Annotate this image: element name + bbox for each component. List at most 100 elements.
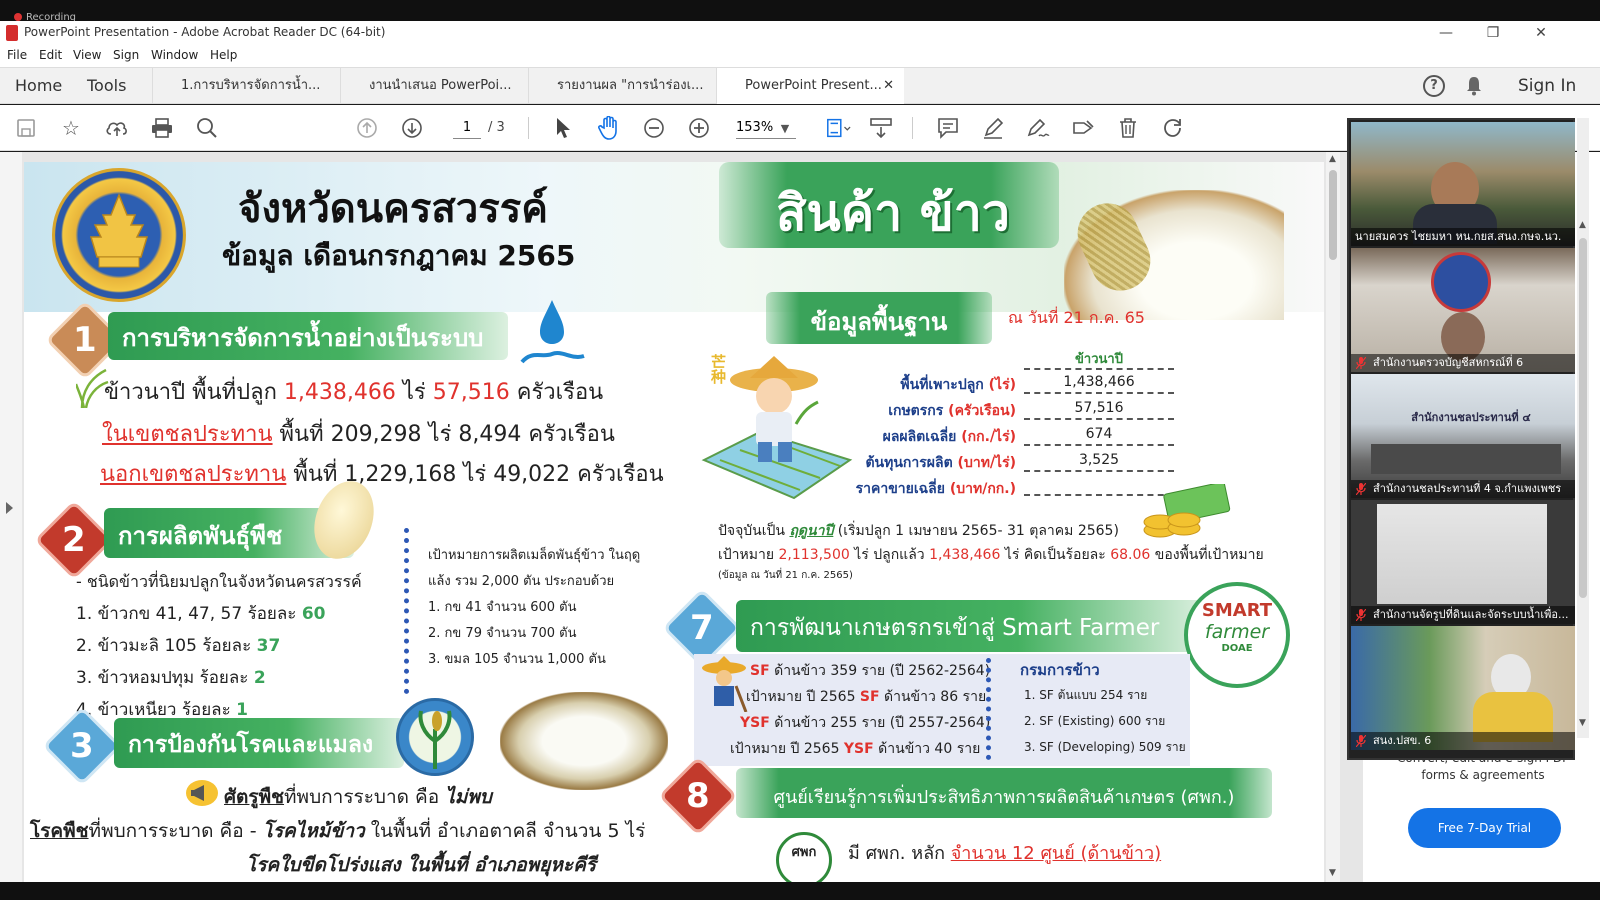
scroll-down-icon[interactable]: ▼: [1329, 868, 1336, 878]
comment-icon[interactable]: [935, 115, 961, 141]
sign-in-button[interactable]: Sign In: [1518, 76, 1576, 96]
star-icon[interactable]: ☆: [58, 115, 84, 141]
disease-label: โรคพืช: [30, 820, 89, 842]
zoom-out-icon[interactable]: [641, 115, 667, 141]
menu-file[interactable]: File: [7, 48, 27, 62]
pest-label: ศัตรูพืช: [224, 786, 285, 808]
dotted-divider: [986, 658, 992, 760]
print-icon[interactable]: [149, 115, 175, 141]
window-title: PowerPoint Presentation - Adobe Acrobat …: [24, 25, 386, 39]
left-panel-toggle[interactable]: [0, 152, 22, 882]
scrollbar-thumb[interactable]: [1579, 238, 1587, 598]
center-count-value: จำนวน 12 ศูนย์ (ด้านข้าว): [950, 843, 1162, 864]
scroll-up-icon[interactable]: ▲: [1329, 154, 1336, 164]
menu-sign[interactable]: Sign: [113, 48, 139, 62]
rotate-icon[interactable]: [1160, 115, 1186, 141]
prev-page-icon[interactable]: [354, 115, 380, 141]
page-number-input[interactable]: [453, 117, 481, 139]
seed-target-line-1: เป้าหมายการผลิตเมล็ดพันธุ์ข้าว ในฤดู: [428, 548, 641, 563]
table-cell: 674: [1024, 426, 1174, 446]
video-tile[interactable]: สำนักงานชลประทานที่ ๔ สำนักงานชลประทานที…: [1351, 374, 1575, 498]
row-label: ราคาขายเฉลี่ย: [855, 481, 950, 497]
list-item: 3. SF (Developing) 509 ราย: [1024, 740, 1186, 754]
non-irrigated-label: นอกเขตชลประทาน: [100, 462, 287, 487]
sign-icon[interactable]: [1025, 115, 1051, 141]
scroll-down-icon[interactable]: ▼: [1579, 718, 1586, 728]
doc-tab-active[interactable]: PowerPoint Present... ✕: [716, 68, 904, 104]
ysf-target-text: ด้านข้าว 40 ราย: [873, 741, 981, 757]
doc-tab-3[interactable]: รายงานผล "การนำร่องเ...: [528, 68, 716, 104]
badge-line-1: SMART: [1201, 600, 1273, 621]
search-icon[interactable]: [194, 115, 220, 141]
close-tab-icon[interactable]: ✕: [883, 68, 894, 104]
row-unit: (กก./ไร่): [961, 429, 1016, 445]
table-cell: 57,516: [1024, 400, 1174, 420]
menu-edit[interactable]: Edit: [39, 48, 62, 62]
video-tile[interactable]: สำนักงานตรวจบัญชีสหกรณ์ที่ 6: [1351, 248, 1575, 372]
help-icon[interactable]: ?: [1423, 75, 1445, 97]
non-irrigated-line: นอกเขตชลประทาน พื้นที่ 1,229,168 ไร่ 49,…: [100, 456, 664, 491]
video-panel-scrollbar[interactable]: ▲ ▼: [1577, 118, 1589, 738]
next-page-icon[interactable]: [399, 115, 425, 141]
section-8-badge: 8: [658, 756, 738, 836]
nav-home[interactable]: Home: [15, 76, 62, 95]
rice-dept-title: กรมการข้าว: [1020, 661, 1100, 679]
zoom-in-icon[interactable]: [686, 115, 712, 141]
doc-tab-1[interactable]: 1.การบริหารจัดการน้ำ...: [152, 68, 340, 104]
video-call-panel: นายสมควร ไชยมหา หน.กยส.สนง.กษจ.นว. สำนัก…: [1347, 118, 1575, 760]
money-icon: [1136, 481, 1232, 540]
document-viewport[interactable]: จังหวัดนครสวรรค์ ข้อมูล เดือนกรกฎาคม 256…: [0, 152, 1363, 882]
rice-type-pct: 37: [256, 636, 281, 656]
nav-tools[interactable]: Tools: [87, 76, 126, 95]
save-icon[interactable]: [13, 115, 39, 141]
row-label: เกษตรกร: [888, 403, 949, 419]
ysf-tag: YSF: [843, 741, 874, 757]
row-label: พื้นที่เพาะปลูก: [900, 377, 989, 393]
seed-target-line-2: แล้ง รวม 2,000 ตัน ประกอบด้วย: [428, 574, 615, 589]
cursor-icon[interactable]: [550, 115, 576, 141]
fit-page-icon[interactable]: [825, 115, 851, 141]
ysf-text: ด้านข้าว 255 ราย (ปี 2557-2564): [769, 715, 991, 731]
minimize-button[interactable]: —: [1426, 23, 1466, 43]
target-pct-label: ไร่ คิดเป็นร้อยละ: [1000, 547, 1111, 563]
scrollbar-thumb[interactable]: [1329, 170, 1337, 260]
video-tile[interactable]: สนง.ปสข. 6: [1351, 626, 1575, 750]
section-1-title: การบริหารจัดการน้ำอย่างเป็นระบบ: [108, 312, 508, 360]
rice-household-value: 57,516: [432, 380, 510, 405]
sf-tag: SF: [750, 663, 770, 679]
irrigated-label: ในเขตชลประทาน: [102, 422, 273, 447]
doc-tab-active-label: PowerPoint Present...: [745, 78, 882, 93]
scroll-up-icon[interactable]: ▲: [1579, 220, 1586, 230]
chevron-down-icon[interactable]: ▼: [772, 115, 798, 141]
basic-column-header: ข้าวนาปี: [1075, 352, 1123, 367]
restore-button[interactable]: ❐: [1473, 23, 1513, 43]
menu-view[interactable]: View: [73, 48, 101, 62]
video-tile[interactable]: สำนักงานจัดรูปที่ดินและจัดระบบน้ำเพื่อ..…: [1351, 500, 1575, 624]
sf-line-1: SF ด้านข้าว 359 ราย (ปี 2562-2564): [750, 660, 990, 682]
bell-icon[interactable]: [1466, 76, 1482, 96]
trash-icon[interactable]: [1115, 115, 1141, 141]
scroll-mode-icon[interactable]: [868, 115, 894, 141]
hand-icon[interactable]: [596, 115, 622, 141]
sf-target-label: เป้าหมาย ปี 2565: [746, 689, 860, 705]
dotted-divider: [404, 528, 410, 694]
sf-target-text: ด้านข้าว 86 ราย: [879, 689, 987, 705]
expand-panel-icon[interactable]: [6, 502, 13, 514]
table-row-label: พื้นที่เพาะปลูก (ไร่): [844, 374, 1016, 396]
video-tile[interactable]: นายสมควร ไชยมหา หน.กยส.สนง.กษจ.นว.: [1351, 122, 1575, 246]
water-drop-icon: [520, 300, 585, 364]
target-area: 2,113,500: [778, 547, 850, 563]
participant-name: สำนักงานชลประทานที่ 4 จ.กำแพงเพชร: [1351, 480, 1575, 498]
document-scrollbar[interactable]: ▲ ▼: [1326, 152, 1340, 882]
pen-icon[interactable]: [980, 115, 1006, 141]
target-line: เป้าหมาย 2,113,500 ไร่ ปลูกแล้ว 1,438,46…: [718, 544, 1264, 566]
close-window-button[interactable]: ✕: [1521, 23, 1561, 43]
menu-window[interactable]: Window: [151, 48, 198, 62]
free-trial-button[interactable]: Free 7-Day Trial: [1408, 808, 1561, 848]
doc-tab-2[interactable]: งานนำเสนอ PowerPoi...: [340, 68, 528, 104]
menu-help[interactable]: Help: [210, 48, 237, 62]
rice-area-value: 1,438,466: [283, 380, 396, 405]
stamp-icon[interactable]: [1070, 115, 1096, 141]
planted-area: 1,438,466: [929, 547, 1001, 563]
upload-icon[interactable]: [104, 115, 130, 141]
